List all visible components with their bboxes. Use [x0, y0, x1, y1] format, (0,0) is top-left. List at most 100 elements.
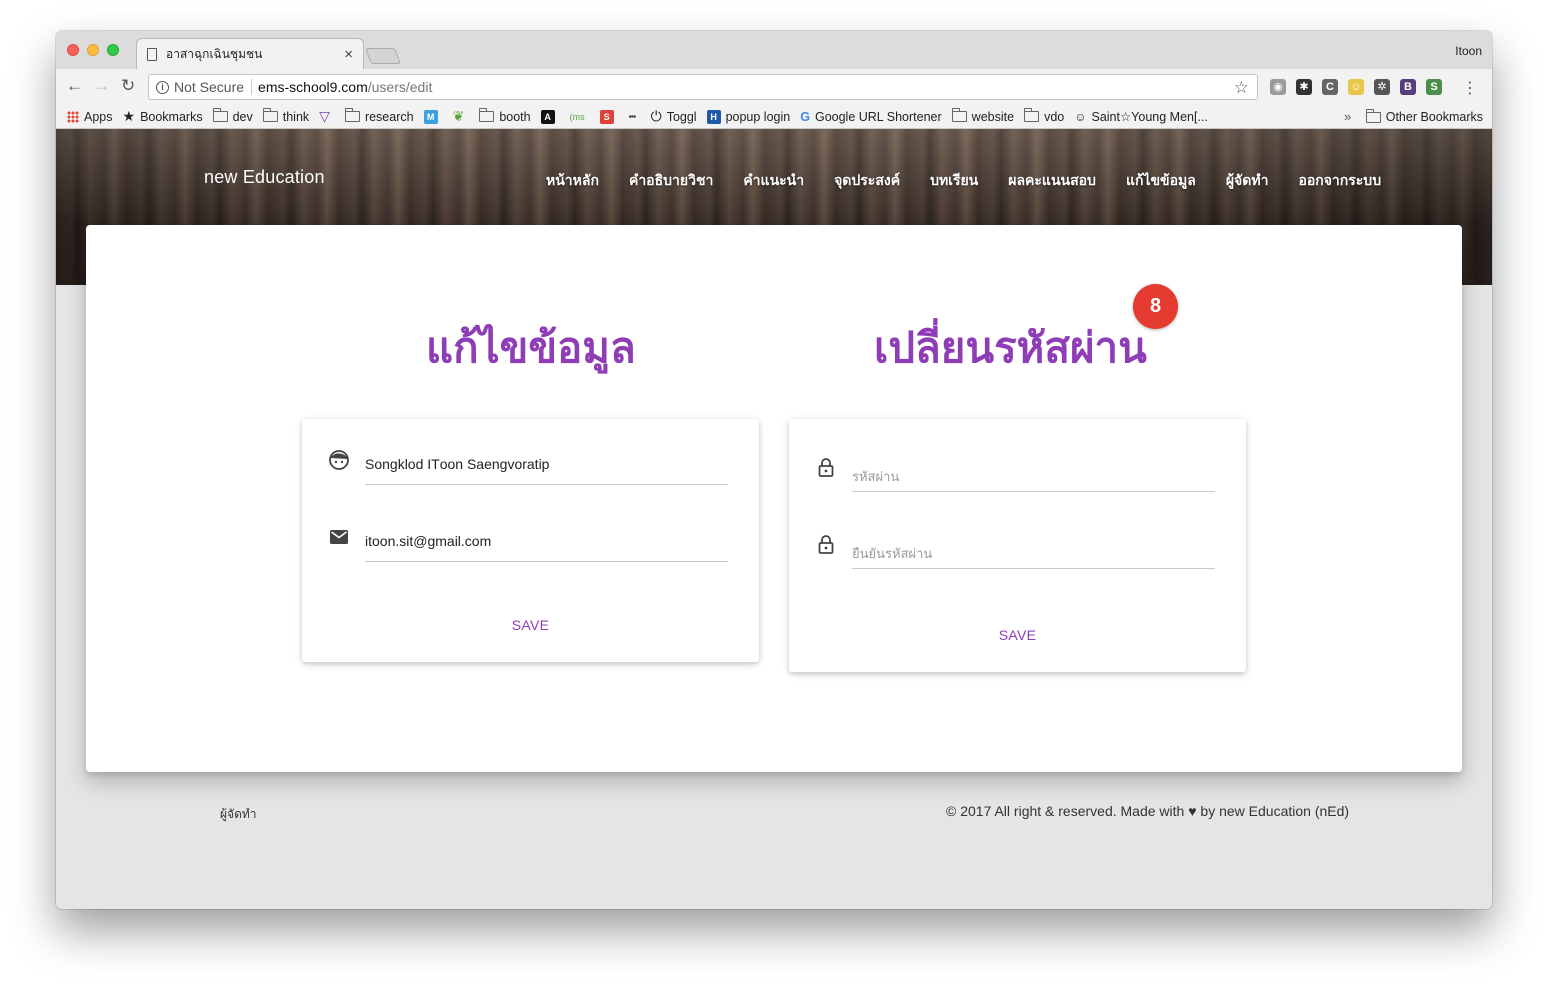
bookmark-label: Apps — [84, 109, 113, 124]
toggl-icon: ⏻ — [650, 108, 662, 124]
bookmark-label: vdo — [1044, 109, 1065, 124]
close-tab-icon[interactable]: × — [344, 46, 353, 63]
bookmark-google-url-shortener[interactable]: G Google URL Shortener — [800, 110, 941, 124]
nav-item-edit-profile[interactable]: แก้ไขข้อมูล — [1126, 170, 1196, 192]
nav-item-lessons[interactable]: บทเรียน — [930, 170, 978, 192]
save-password-button[interactable]: SAVE — [789, 627, 1246, 643]
a-icon: A — [540, 109, 555, 124]
bookmark-toggl[interactable]: ⏻ Toggl — [651, 108, 697, 125]
nav-item-guide[interactable]: คำแนะนำ — [743, 170, 804, 192]
name-field[interactable]: Songklod ITоon Saengvoratip — [328, 445, 728, 485]
minimize-window-button[interactable] — [87, 44, 99, 56]
bookmark-folder-website[interactable]: website — [951, 108, 1014, 124]
bookmark-star-icon[interactable]: ☆ — [1234, 78, 1249, 98]
bookmark-apps[interactable]: Apps — [67, 110, 113, 124]
bookmark-label: booth — [499, 109, 531, 124]
extension-s-icon[interactable]: S — [1426, 79, 1442, 95]
input-underline — [365, 484, 728, 485]
save-profile-button[interactable]: SAVE — [302, 617, 759, 633]
name-input[interactable]: Songklod ITоon Saengvoratip — [365, 456, 549, 472]
bookmark-label: think — [282, 109, 310, 124]
change-password-title: เปลี่ยนรหัสผ่าน — [874, 324, 1147, 371]
chevron-right-icon[interactable]: » — [1344, 109, 1351, 124]
confirm-password-field[interactable]: ยืนยันรหัสผ่าน — [815, 529, 1215, 569]
bookmark-folder-vdo[interactable]: vdo — [1024, 108, 1065, 124]
window-controls — [67, 44, 119, 56]
settings-gear-icon[interactable]: ✲ — [1374, 79, 1390, 95]
ms-icon: (ms — [569, 111, 585, 122]
bookmark-label: dev — [232, 109, 253, 124]
input-underline — [852, 491, 1215, 492]
divider — [251, 79, 253, 95]
nav-item-logout[interactable]: ออกจากระบบ — [1298, 170, 1381, 192]
info-icon[interactable]: i — [156, 80, 169, 94]
bookmark-vuetify[interactable]: ▽ — [319, 108, 335, 125]
copyright-suffix: by new Education (nEd) — [1200, 803, 1350, 819]
bookmark-folder-booth[interactable]: booth — [479, 108, 531, 124]
h-icon: H — [706, 109, 721, 124]
bookmark-folder-research[interactable]: research — [344, 108, 414, 124]
input-underline — [852, 568, 1215, 569]
url-host: ems-school9.com — [258, 79, 368, 95]
bookmark-s[interactable]: S — [599, 109, 619, 124]
password-field[interactable]: รหัสผ่าน — [815, 452, 1215, 492]
reload-icon[interactable]: ↻ — [121, 77, 135, 95]
vuetify-icon: ▽ — [319, 108, 330, 124]
extension-c-icon[interactable]: C — [1322, 79, 1338, 95]
browser-tab[interactable]: อาสาฉุกเฉินชุมชน × — [136, 38, 364, 69]
bookmark-folder-think[interactable]: think — [262, 108, 310, 124]
notification-badge: 8 — [1133, 284, 1178, 329]
main-card: แก้ไขข้อมูล เปลี่ยนรหัสผ่าน Songklod ITо… — [86, 225, 1462, 772]
folder-icon — [212, 108, 228, 122]
bookmark-folder-dev[interactable]: dev — [212, 108, 253, 124]
email-icon — [330, 530, 348, 544]
edit-profile-title: แก้ไขข้อมูล — [426, 324, 636, 371]
nav-item-course-description[interactable]: คำอธิบายวิชา — [629, 170, 713, 192]
gear-icon[interactable]: ✱ — [1296, 79, 1312, 95]
brand-logo[interactable]: new Education — [204, 167, 325, 188]
camera-icon[interactable]: ◉ — [1270, 79, 1286, 95]
lock-icon — [818, 535, 834, 554]
s-icon: S — [599, 109, 614, 124]
bookmark-bookmarks[interactable]: ★ Bookmarks — [123, 108, 203, 125]
address-bar[interactable]: i Not Secure ems-school9.com/users/edit … — [148, 74, 1258, 100]
bookmark-popup-login[interactable]: Hpopup login — [706, 109, 790, 124]
new-tab-button[interactable] — [365, 48, 401, 64]
menu-kebab-icon[interactable]: ⋮ — [1462, 78, 1478, 98]
main-nav: หน้าหลัก คำอธิบายวิชา คำแนะนำ จุดประสงค์… — [546, 170, 1381, 192]
bootstrap-icon[interactable]: B — [1400, 79, 1416, 95]
nav-item-authors[interactable]: ผู้จัดทำ — [1226, 170, 1269, 192]
bookmark-saint-young-men[interactable]: ☺ Saint☆Young Men[... — [1074, 109, 1208, 125]
bookmark-leaf[interactable]: ❦ — [453, 108, 470, 125]
bookmark-label: Other Bookmarks — [1385, 110, 1483, 124]
maximize-window-button[interactable] — [107, 44, 119, 56]
input-underline — [365, 561, 728, 562]
google-icon: G — [800, 109, 810, 124]
bookmark-a[interactable]: A — [540, 109, 560, 124]
copyright-text: © 2017 All right & reserved. Made with — [946, 803, 1185, 819]
nav-item-scores[interactable]: ผลคะแนนสอบ — [1008, 170, 1096, 192]
close-window-button[interactable] — [67, 44, 79, 56]
apps-grid-icon — [67, 110, 79, 123]
forward-icon[interactable]: → — [93, 77, 110, 95]
email-field[interactable]: itoon.sit@gmail.com — [328, 522, 728, 562]
nav-item-home[interactable]: หน้าหลัก — [546, 170, 599, 192]
other-bookmarks[interactable]: Other Bookmarks — [1365, 108, 1483, 124]
bookmark-ms[interactable]: (ms — [570, 112, 590, 122]
edit-profile-form: Songklod ITоon Saengvoratip itoon.sit@gm… — [302, 419, 759, 662]
bookmark-bbc[interactable]: ▪▪▪ — [629, 112, 641, 121]
nav-item-objectives[interactable]: จุดประสงค์ — [834, 170, 900, 192]
browser-toolbar: ← → ↻ i Not Secure ems-school9.com/users… — [56, 69, 1492, 105]
folder-icon — [951, 108, 967, 122]
extension-face-icon[interactable]: ☺ — [1348, 79, 1364, 95]
confirm-password-input[interactable]: ยืนยันรหัสผ่าน — [852, 543, 932, 564]
bookmark-label: Bookmarks — [140, 109, 203, 124]
back-icon[interactable]: ← — [66, 77, 83, 95]
m-icon: M — [423, 109, 438, 124]
page-viewport: new Education หน้าหลัก คำอธิบายวิชา คำแน… — [56, 129, 1492, 909]
bookmark-m[interactable]: M — [423, 109, 443, 124]
email-input[interactable]: itoon.sit@gmail.com — [365, 533, 491, 549]
password-input[interactable]: รหัสผ่าน — [852, 466, 899, 487]
profile-name[interactable]: Itoon — [1455, 44, 1482, 58]
footer-authors-link[interactable]: ผู้จัดทำ — [220, 805, 257, 824]
